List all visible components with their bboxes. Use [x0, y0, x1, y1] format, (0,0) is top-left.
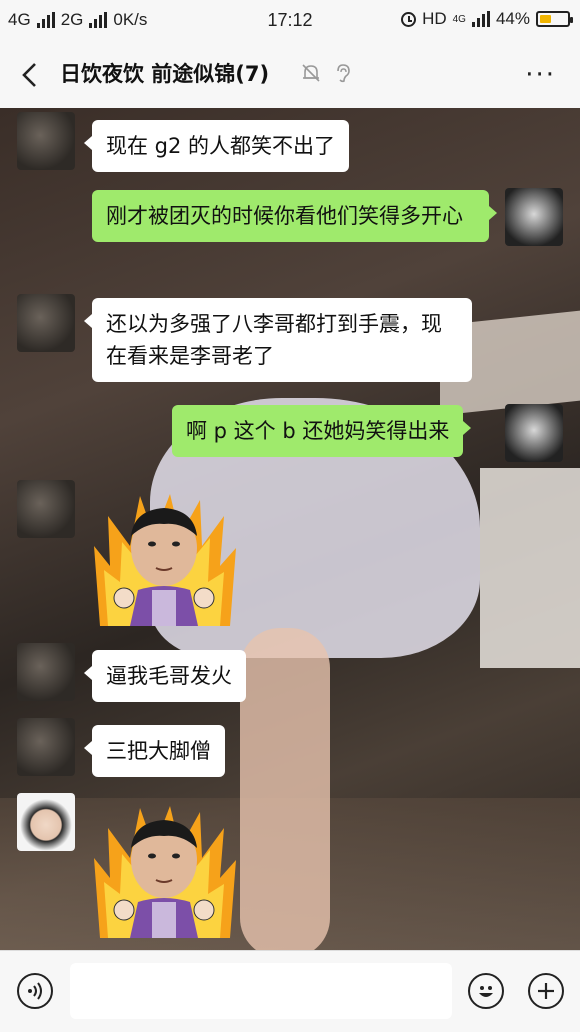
back-arrow-icon[interactable] [16, 60, 46, 90]
voice-icon[interactable] [17, 973, 53, 1009]
more-icon[interactable]: ··· [525, 60, 556, 90]
angry-fire-face-sticker[interactable] [90, 486, 238, 626]
chat-header: 日饮夜饮 前途似锦(7) ··· [0, 40, 580, 108]
status-right: HD 4G 44% [401, 9, 573, 29]
background-image [480, 468, 580, 668]
plus-icon[interactable] [528, 973, 564, 1009]
avatar[interactable] [505, 188, 563, 246]
avatar[interactable] [17, 643, 75, 701]
message-bubble[interactable]: 现在 g2 的人都笑不出了 [83, 120, 350, 172]
title-icons [300, 62, 354, 84]
background-image [240, 628, 330, 950]
network-label-3: 4G [452, 13, 466, 25]
battery-fill [540, 15, 551, 23]
chat-area[interactable]: 现在 g2 的人都笑不出了 刚才被团灭的时候你看他们笑得多开心 还以为多强了八李… [0, 108, 580, 950]
signal-icon-3 [471, 11, 490, 27]
alarm-icon [401, 11, 417, 27]
plus-icon [538, 983, 554, 999]
message-bubble[interactable]: 逼我毛哥发火 [84, 650, 246, 702]
avatar[interactable] [17, 718, 75, 776]
battery-percent: 44% [495, 9, 530, 28]
input-bar [0, 950, 580, 1032]
avatar[interactable] [17, 480, 75, 538]
emoji-icon[interactable] [468, 973, 504, 1009]
emoji-icon [479, 986, 493, 997]
status-bar: 4G 2G 0K/s 17:12 HD 4G 44% [0, 0, 580, 40]
battery-icon [536, 11, 573, 27]
mute-bell-icon [302, 64, 320, 82]
chat-title: 日饮夜饮 前途似锦(7) [60, 62, 270, 86]
avatar[interactable] [17, 793, 75, 851]
avatar[interactable] [17, 112, 75, 170]
message-bubble[interactable]: 啊 p 这个 b 还她妈笑得出来 [172, 405, 472, 457]
message-bubble[interactable]: 三把大脚僧 [84, 725, 225, 777]
avatar[interactable] [505, 404, 563, 462]
hd-label: HD [422, 9, 447, 28]
message-input[interactable] [70, 963, 452, 1019]
avatar[interactable] [17, 294, 75, 352]
message-bubble[interactable]: 还以为多强了八李哥都打到手震，现在看来是李哥老了 [84, 298, 472, 382]
ear-icon [337, 64, 350, 83]
angry-fire-face-sticker[interactable] [90, 798, 238, 938]
message-bubble[interactable]: 刚才被团灭的时候你看他们笑得多开心 [92, 190, 497, 242]
voice-icon [28, 982, 42, 1000]
